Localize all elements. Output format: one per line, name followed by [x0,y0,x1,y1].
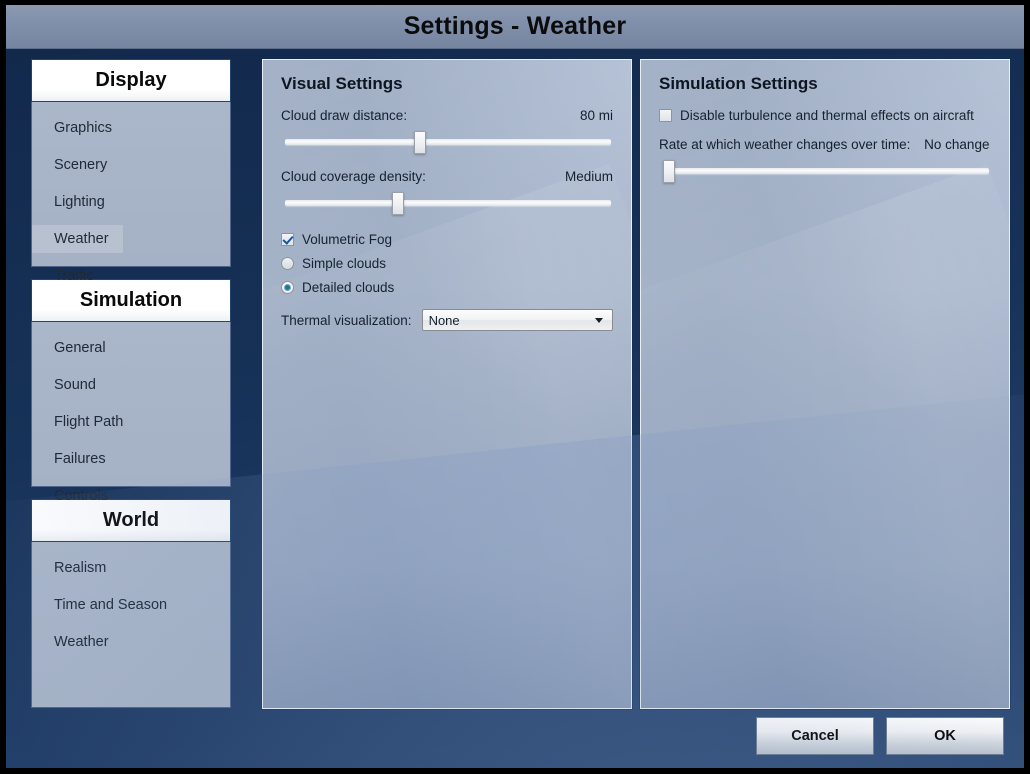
sidebar-list-simulation: General Sound Flight Path Failures Contr… [31,322,231,504]
weather-change-rate-value: No change [924,137,990,152]
sidebar-item-time-and-season[interactable]: Time and Season [32,591,167,619]
thermal-visualization-row: Thermal visualization: None [281,309,613,331]
slider-thumb[interactable] [663,160,675,183]
sidebar-group-simulation: Simulation General Sound Flight Path Fai… [31,279,231,504]
visual-settings-title: Visual Settings [281,74,403,93]
visual-settings-panel: Visual Settings Cloud draw distance: 80 … [262,59,632,709]
simple-clouds-label: Simple clouds [302,256,387,271]
cloud-draw-distance-label: Cloud draw distance: [281,108,408,123]
sidebar-item-world-weather[interactable]: Weather [32,628,109,656]
sidebar-item-lighting[interactable]: Lighting [32,188,105,216]
sidebar-item-sound[interactable]: Sound [32,371,96,399]
simulation-settings-panel: Simulation Settings Disable turbulence a… [640,59,1010,709]
weather-change-rate-slider[interactable] [659,158,991,184]
settings-sidebar: Display Graphics Scenery Lighting Weathe… [31,59,231,720]
slider-thumb[interactable] [391,192,404,215]
chevron-down-icon[interactable] [595,317,603,323]
sidebar-item-general[interactable]: General [32,334,106,362]
sidebar-group-display: Display Graphics Scenery Lighting Weathe… [31,59,231,284]
sidebar-item-graphics[interactable]: Graphics [32,114,112,142]
thermal-visualization-select[interactable]: None [421,309,613,331]
slider-track [285,200,611,206]
cloud-coverage-density-row: Cloud coverage density: Medium [281,169,613,184]
volumetric-fog-label: Volumetric Fog [302,232,393,247]
disable-turbulence-label: Disable turbulence and thermal effects o… [680,108,974,123]
cloud-coverage-density-slider[interactable] [281,190,613,216]
disable-turbulence-row[interactable]: Disable turbulence and thermal effects o… [659,108,991,123]
simple-clouds-row[interactable]: Simple clouds [281,256,613,271]
sidebar-header-simulation: Simulation [31,279,231,322]
slider-track [663,168,989,174]
sidebar-header-world: World [31,499,231,542]
cloud-coverage-density-label: Cloud coverage density: [281,169,426,184]
radio-icon[interactable] [281,281,294,294]
sidebar-item-failures[interactable]: Failures [32,445,106,473]
cloud-draw-distance-row: Cloud draw distance: 80 mi [281,108,613,123]
ok-button[interactable]: OK [886,717,1004,755]
cloud-coverage-density-value: Medium [564,169,613,184]
detailed-clouds-row[interactable]: Detailed clouds [281,280,613,295]
sidebar-item-scenery[interactable]: Scenery [32,151,107,179]
sidebar-header-display: Display [31,59,231,102]
slider-thumb[interactable] [413,131,426,154]
cancel-button[interactable]: Cancel [756,717,874,755]
cloud-draw-distance-value: 80 mi [579,108,613,123]
radio-icon[interactable] [281,257,294,270]
page-title: Settings - Weather [403,12,627,40]
sidebar-list-world: Realism Time and Season Weather [31,542,231,708]
checkbox-icon[interactable] [659,109,672,122]
sidebar-item-realism[interactable]: Realism [32,554,106,582]
checkbox-icon[interactable] [281,233,294,246]
thermal-visualization-value: None [428,312,460,328]
window-titlebar: Settings - Weather [6,5,1024,49]
sidebar-list-display: Graphics Scenery Lighting Weather Traffi… [31,102,231,284]
thermal-visualization-label: Thermal visualization: [281,312,412,328]
weather-change-rate-row: Rate at which weather changes over time:… [659,137,991,152]
cloud-draw-distance-slider[interactable] [281,129,613,155]
weather-change-rate-label: Rate at which weather changes over time: [659,137,911,152]
slider-track [285,139,611,145]
settings-window: Settings - Weather Display Graphics Scen… [0,0,1030,774]
volumetric-fog-row[interactable]: Volumetric Fog [281,232,613,247]
dialog-buttons: Cancel OK [756,717,1004,755]
sidebar-group-world: World Realism Time and Season Weather [31,499,231,708]
sidebar-item-weather[interactable]: Weather [32,225,123,253]
simulation-settings-title: Simulation Settings [659,74,818,93]
window-body: Display Graphics Scenery Lighting Weathe… [6,49,1024,768]
sidebar-item-flight-path[interactable]: Flight Path [32,408,123,436]
detailed-clouds-label: Detailed clouds [302,280,395,295]
